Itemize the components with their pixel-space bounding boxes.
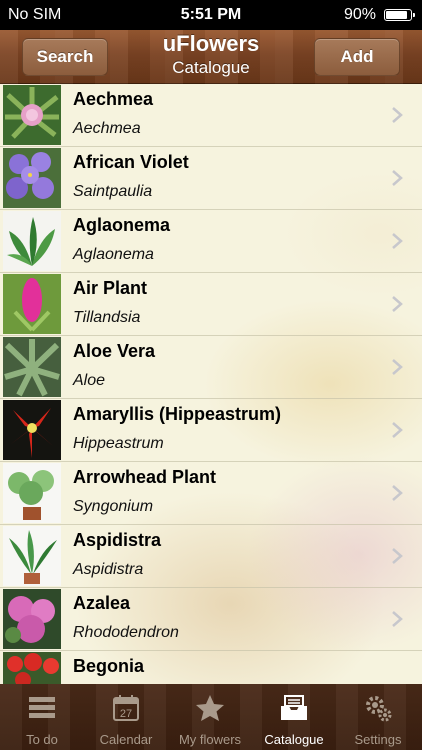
chevron-right-icon bbox=[392, 170, 403, 186]
plant-photo bbox=[3, 211, 61, 271]
tab-label: Calendar bbox=[99, 732, 153, 747]
plant-name: Azalea bbox=[73, 593, 131, 613]
list-icon bbox=[29, 697, 55, 718]
tab-label: To do bbox=[26, 732, 58, 747]
plant-photo bbox=[3, 274, 61, 334]
tab-calendar[interactable]: 27 Calendar bbox=[84, 684, 168, 750]
plant-latin-name: Aloe bbox=[73, 372, 106, 389]
list-item[interactable]: African Violet Saintpaulia bbox=[0, 147, 422, 210]
chevron-right-icon bbox=[392, 422, 403, 438]
list-item[interactable]: Aechmea Aechmea bbox=[0, 84, 422, 147]
calendar-day: 27 bbox=[120, 708, 132, 720]
tab-bar: To do 27 Calendar My flowers Catalogue S… bbox=[0, 684, 422, 750]
plant-latin-name: Aechmea bbox=[73, 120, 141, 137]
plant-name: African Violet bbox=[73, 152, 189, 172]
chevron-right-icon bbox=[392, 296, 403, 312]
battery-level bbox=[386, 11, 407, 19]
plant-latin-name: Tillandsia bbox=[73, 309, 141, 326]
catalogue-tray-icon bbox=[281, 695, 307, 720]
plant-photo bbox=[3, 337, 61, 397]
tab-to-do[interactable]: To do bbox=[0, 684, 84, 750]
plant-list[interactable]: Aechmea Aechmea African Violet Saintpaul… bbox=[0, 84, 422, 684]
plant-photo bbox=[3, 652, 61, 684]
plant-photo bbox=[3, 463, 61, 523]
gears-icon bbox=[366, 696, 392, 722]
plant-name: Aechmea bbox=[73, 89, 154, 109]
tab-catalogue[interactable]: Catalogue bbox=[252, 684, 336, 750]
tab-label: My flowers bbox=[178, 732, 242, 747]
list-item[interactable]: Arrowhead Plant Syngonium bbox=[0, 462, 422, 525]
star-icon bbox=[196, 695, 224, 721]
tab-label: Settings bbox=[354, 732, 402, 747]
tab-my-flowers[interactable]: My flowers bbox=[168, 684, 252, 750]
chevron-right-icon bbox=[392, 485, 403, 501]
calendar-icon: 27 bbox=[113, 695, 139, 721]
plant-latin-name: Hippeastrum bbox=[73, 435, 164, 452]
plant-name: Amaryllis (Hippeastrum) bbox=[73, 404, 282, 424]
status-bar: No SIM 5:51 PM 90% bbox=[0, 0, 422, 30]
plant-name: Aglaonema bbox=[73, 215, 171, 235]
chevron-right-icon bbox=[392, 359, 403, 375]
plant-latin-name: Aspidistra bbox=[73, 561, 144, 578]
plant-latin-name: Rhododendron bbox=[73, 624, 179, 641]
list-item[interactable]: Azalea Rhododendron bbox=[0, 588, 422, 651]
list-item[interactable]: Begonia bbox=[0, 651, 422, 684]
plant-photo bbox=[3, 526, 61, 586]
navigation-bar: Search uFlowers Catalogue Add bbox=[0, 30, 422, 84]
plant-photo bbox=[3, 85, 61, 145]
plant-name: Aloe Vera bbox=[73, 341, 156, 361]
plant-name: Air Plant bbox=[73, 278, 148, 298]
plant-name: Aspidistra bbox=[73, 530, 162, 550]
chevron-right-icon bbox=[392, 233, 403, 249]
plant-photo bbox=[3, 400, 61, 460]
chevron-right-icon bbox=[392, 107, 403, 123]
plant-name: Begonia bbox=[73, 656, 145, 676]
list-item[interactable]: Air Plant Tillandsia bbox=[0, 273, 422, 336]
plant-name: Arrowhead Plant bbox=[73, 467, 217, 487]
list-item[interactable]: Aloe Vera Aloe bbox=[0, 336, 422, 399]
chevron-right-icon bbox=[392, 548, 403, 564]
plant-latin-name: Aglaonema bbox=[73, 246, 154, 263]
tab-label: Catalogue bbox=[264, 732, 324, 747]
plant-latin-name: Syngonium bbox=[73, 498, 154, 515]
plant-latin-name: Saintpaulia bbox=[73, 183, 153, 200]
plant-photo bbox=[3, 148, 61, 208]
list-item[interactable]: Aspidistra Aspidistra bbox=[0, 525, 422, 588]
add-button[interactable]: Add bbox=[314, 38, 400, 76]
chevron-right-icon bbox=[392, 611, 403, 627]
list-item[interactable]: Amaryllis (Hippeastrum) Hippeastrum bbox=[0, 399, 422, 462]
tab-settings[interactable]: Settings bbox=[336, 684, 420, 750]
battery-percent: 90% bbox=[343, 6, 376, 23]
list-item[interactable]: Aglaonema Aglaonema bbox=[0, 210, 422, 273]
battery-icon bbox=[384, 9, 415, 21]
plant-photo bbox=[3, 589, 61, 649]
